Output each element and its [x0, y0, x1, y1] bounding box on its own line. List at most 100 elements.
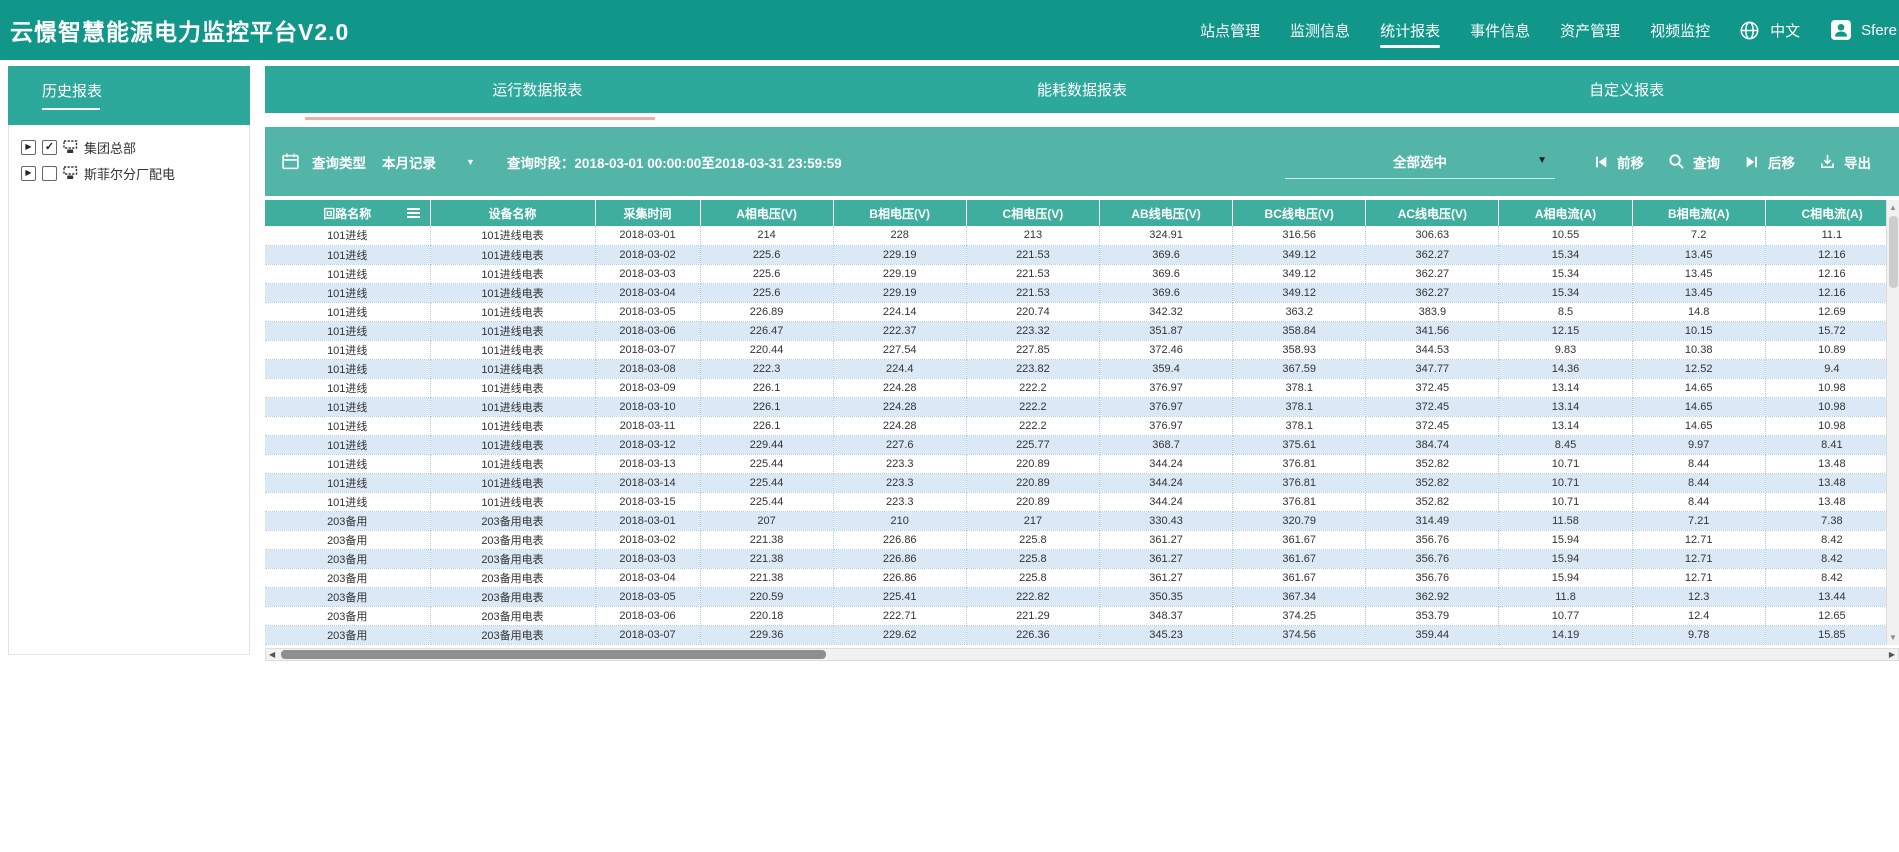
expand-arrow-icon[interactable]: ▶	[21, 166, 36, 181]
export-button[interactable]: 导出	[1819, 152, 1871, 172]
table-cell: 351.87	[1099, 321, 1232, 340]
table-cell: 101进线电表	[430, 245, 595, 264]
table-cell: 10.15	[1632, 321, 1765, 340]
scroll-up-arrow-icon[interactable]: ▲	[1887, 203, 1899, 212]
next-button[interactable]: 后移	[1744, 152, 1795, 172]
column-menu-icon[interactable]	[407, 212, 420, 214]
column-header[interactable]: C相电流(A)	[1765, 200, 1898, 226]
query-toolbar: 查询类型 本月记录 ▼ 查询时段：2018-03-01 00:00:00至201…	[265, 127, 1899, 196]
table-cell: 12.71	[1632, 549, 1765, 568]
tree-item[interactable]: ▶ 斯菲尔分厂配电	[21, 160, 249, 186]
table-cell: 372.45	[1366, 378, 1499, 397]
column-header[interactable]: 回路名称	[265, 200, 430, 226]
tree-item-label[interactable]: 斯菲尔分厂配电	[84, 164, 175, 183]
tab-active[interactable]: 运行数据报表	[265, 66, 810, 113]
table-cell: 221.38	[700, 530, 833, 549]
tree-item[interactable]: ▶ ✓ 集团总部	[21, 134, 249, 160]
table-cell: 220.89	[966, 473, 1099, 492]
table-cell: 8.44	[1632, 492, 1765, 511]
table-cell: 224.28	[833, 378, 966, 397]
table-cell: 369.6	[1099, 283, 1232, 302]
table-cell: 101进线电表	[430, 359, 595, 378]
table-cell: 8.44	[1632, 473, 1765, 492]
nav-item[interactable]: 监测信息	[1275, 0, 1365, 60]
table-cell: 12.65	[1765, 606, 1898, 625]
prev-button[interactable]: 前移	[1593, 152, 1644, 172]
globe-icon[interactable]	[1739, 20, 1760, 41]
table-cell: 345.23	[1099, 625, 1232, 644]
table-cell: 15.85	[1765, 625, 1898, 644]
table-cell: 226.1	[700, 378, 833, 397]
scroll-down-arrow-icon[interactable]: ▼	[1887, 633, 1899, 642]
table-cell: 12.16	[1765, 245, 1898, 264]
table-cell: 10.55	[1499, 226, 1632, 245]
column-header[interactable]: B相电流(A)	[1632, 200, 1765, 226]
search-button[interactable]: 查询	[1668, 152, 1720, 172]
tab-inactive[interactable]: 自定义报表	[1354, 66, 1899, 113]
table-cell: 2018-03-04	[595, 283, 700, 302]
query-type-label: 查询类型	[312, 152, 366, 172]
active-tab-indicator	[305, 117, 655, 120]
nav-item[interactable]: 事件信息	[1455, 0, 1545, 60]
table-cell: 12.69	[1765, 302, 1898, 321]
table-row: 203备用203备用电表2018-03-07229.36229.62226.36…	[265, 625, 1899, 644]
nav-item[interactable]: 视频监控	[1635, 0, 1725, 60]
horizontal-scroll-thumb[interactable]	[281, 650, 826, 659]
table-row: 101进线101进线电表2018-03-07220.44227.54227.85…	[265, 340, 1899, 359]
scroll-right-arrow-icon[interactable]: ▶	[1889, 650, 1895, 659]
tree-checkbox[interactable]: ✓	[42, 140, 57, 155]
table-cell: 213	[966, 226, 1099, 245]
column-header[interactable]: A相电压(V)	[700, 200, 833, 226]
table-cell: 229.62	[833, 625, 966, 644]
tree-checkbox[interactable]	[42, 166, 57, 181]
user-name[interactable]: Sfere	[1861, 22, 1897, 39]
column-header[interactable]: AC线电压(V)	[1366, 200, 1499, 226]
vertical-scroll-thumb[interactable]	[1889, 216, 1898, 288]
column-header[interactable]: BC线电压(V)	[1233, 200, 1366, 226]
horizontal-scrollbar[interactable]: ◀ ▶	[265, 648, 1899, 661]
tree-item-label[interactable]: 集团总部	[84, 138, 136, 157]
tab-inactive[interactable]: 能耗数据报表	[810, 66, 1355, 113]
user-icon[interactable]	[1830, 19, 1852, 41]
column-header[interactable]: AB线电压(V)	[1099, 200, 1232, 226]
calendar-icon	[281, 152, 300, 171]
nav-item[interactable]: 统计报表	[1365, 0, 1455, 60]
column-header[interactable]: C相电压(V)	[966, 200, 1099, 226]
table-cell: 101进线电表	[430, 397, 595, 416]
table-cell: 101进线	[265, 264, 430, 283]
table-cell: 101进线电表	[430, 283, 595, 302]
column-header[interactable]: A相电流(A)	[1499, 200, 1632, 226]
table-cell: 223.82	[966, 359, 1099, 378]
table-cell: 15.94	[1499, 549, 1632, 568]
expand-arrow-icon[interactable]: ▶	[21, 140, 36, 155]
table-cell: 220.89	[966, 492, 1099, 511]
circuit-select[interactable]: 全部选中 ▼	[1285, 145, 1555, 179]
table-cell: 101进线	[265, 359, 430, 378]
query-period-label: 查询时段：2018-03-01 00:00:00至2018-03-31 23:5…	[507, 152, 842, 172]
table-cell: 101进线电表	[430, 302, 595, 321]
table-cell: 9.4	[1765, 359, 1898, 378]
column-header[interactable]: B相电压(V)	[833, 200, 966, 226]
table-cell: 10.98	[1765, 378, 1898, 397]
table-cell: 349.12	[1233, 283, 1366, 302]
table-cell: 15.34	[1499, 245, 1632, 264]
scroll-left-arrow-icon[interactable]: ◀	[269, 650, 275, 659]
language-switch[interactable]: 中文	[1770, 20, 1800, 41]
column-header[interactable]: 设备名称	[430, 200, 595, 226]
table-cell: 367.34	[1233, 587, 1366, 606]
report-table-area: 回路名称设备名称采集时间A相电压(V)B相电压(V)C相电压(V)AB线电压(V…	[265, 200, 1899, 645]
table-cell: 15.34	[1499, 264, 1632, 283]
column-header[interactable]: 采集时间	[595, 200, 700, 226]
table-cell: 359.4	[1099, 359, 1232, 378]
nav-item[interactable]: 站点管理	[1185, 0, 1275, 60]
table-cell: 376.97	[1099, 378, 1232, 397]
table-cell: 221.29	[966, 606, 1099, 625]
query-type-select[interactable]: 本月记录 ▼	[382, 152, 475, 172]
table-cell: 203备用	[265, 549, 430, 568]
vertical-scrollbar[interactable]: ▲ ▼	[1886, 200, 1899, 645]
table-cell: 2018-03-13	[595, 454, 700, 473]
nav-item[interactable]: 资产管理	[1545, 0, 1635, 60]
table-cell: 7.38	[1765, 511, 1898, 530]
table-row: 203备用203备用电表2018-03-04221.38226.86225.83…	[265, 568, 1899, 587]
table-cell: 101进线电表	[430, 473, 595, 492]
